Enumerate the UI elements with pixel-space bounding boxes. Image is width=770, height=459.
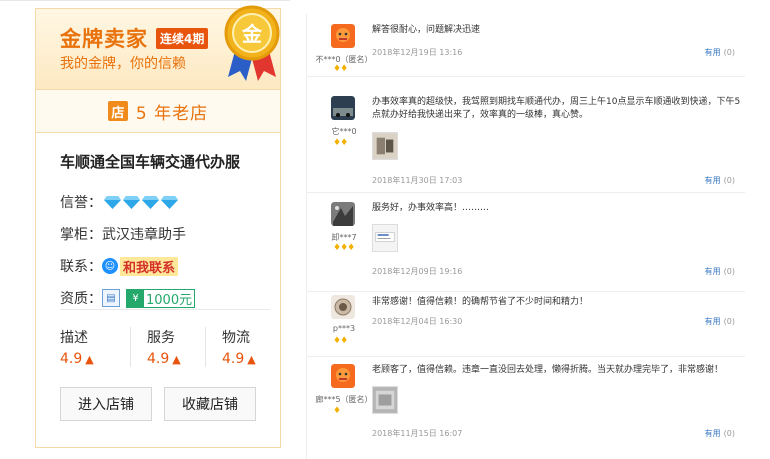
useful-button[interactable]: 有用 (0) — [705, 428, 735, 439]
review-item: p***3 ♦♦ 非常感谢！值得信赖！的确帮节省了不少时间和精力！ 2018年1… — [307, 291, 745, 357]
useful-count: (0) — [723, 176, 735, 185]
review-photo[interactable] — [372, 224, 398, 252]
user-avatar-icon[interactable] — [331, 24, 355, 48]
chat-icon[interactable]: ☺ — [102, 258, 118, 274]
reviewer-name: 卸***7 — [331, 233, 357, 242]
credit-diamonds — [104, 195, 178, 209]
review-item: 它***0 ♦♦ 办事效率真的超级快，我驾照到期找车顺通代办，周三上午10点显示… — [307, 76, 745, 193]
contact-seller-link[interactable]: 和我联系 — [120, 256, 179, 276]
shop-scores: 描述 4.9 ▲ 服务 4.9 ▲ 物流 4.9 ▲ — [60, 327, 280, 367]
medal-label: 金 — [241, 22, 263, 46]
review-item: 卸***7 ♦♦♦ 服务好，办事效率高！……… 2018年12月09日 19:1… — [307, 192, 745, 292]
useful-label: 有用 — [704, 48, 721, 57]
score-value: 4.9 — [147, 351, 170, 367]
gold-seller-header: 金牌卖家 连续4期 我的金牌，你的信赖 金 — [36, 5, 280, 89]
useful-button[interactable]: 有用 (0) — [705, 316, 735, 327]
shop-age-bar: 店 5 年老店 — [36, 89, 280, 133]
user-avatar-icon[interactable] — [331, 364, 355, 388]
useful-label: 有用 — [704, 317, 721, 326]
user-avatar-icon[interactable] — [331, 295, 355, 319]
review-item: 不***0（匿名） ♦♦ 解答很耐心，问题解决迅速 2018年12月19日 13… — [307, 14, 745, 77]
favorite-shop-button[interactable]: 收藏店铺 — [164, 387, 256, 421]
score-value: 4.9 — [60, 351, 83, 367]
useful-label: 有用 — [704, 176, 721, 185]
review-time: 2018年12月04日 16:30 — [372, 317, 463, 326]
contact-row: 联系： ☺ 和我联系 — [60, 250, 280, 282]
useful-button[interactable]: 有用 (0) — [705, 266, 735, 277]
review-item: 廊***5（匿名） ♦ 老顾客了，值得信赖。违章一直没回去处理，懒得折腾。当天就… — [307, 356, 745, 459]
contact-label: 联系： — [60, 259, 102, 275]
review-text: 解答很耐心，问题解决迅速 — [372, 25, 481, 35]
review-photo[interactable] — [372, 386, 398, 414]
deposit-badge[interactable]: ¥ 1000元 — [126, 288, 196, 308]
score-logistics: 物流 4.9 ▲ — [205, 327, 280, 367]
useful-button[interactable]: 有用 (0) — [705, 47, 735, 58]
shop-name[interactable]: 车顺通全国车辆交通代办服 — [60, 151, 280, 172]
credit-label: 信誉： — [60, 195, 102, 211]
review-text: 服务好，办事效率高！……… — [372, 203, 490, 213]
review-text: 老顾客了，值得信赖。违章一直没回去处理，懒得折腾。当天就办理完毕了，非常感谢！ — [372, 365, 724, 375]
score-label: 服务 — [147, 330, 175, 346]
reviewer-name: p***3 — [332, 324, 356, 333]
diamond-icon — [104, 196, 121, 209]
arrow-up-icon: ▲ — [85, 353, 94, 366]
credit-row: 信誉： — [60, 186, 280, 218]
reviewer-rank-icon: ♦♦ — [333, 336, 348, 346]
arrow-up-icon: ▲ — [247, 353, 256, 366]
qualification-label: 资质： — [60, 291, 102, 307]
id-card-icon[interactable]: ▤ — [102, 289, 120, 307]
deposit-amount: 1000元 — [146, 292, 193, 308]
useful-count: (0) — [723, 317, 735, 326]
score-description: 描述 4.9 ▲ — [60, 327, 130, 367]
shop-card: 金牌卖家 连续4期 我的金牌，你的信赖 金 店 5 年老店 车顺通全国车辆交通代… — [35, 5, 281, 448]
review-list: 不***0（匿名） ♦♦ 解答很耐心，问题解决迅速 2018年12月19日 13… — [306, 14, 745, 459]
review-text: 非常感谢！值得信赖！的确帮节省了不少时间和精力！ — [372, 297, 589, 307]
reviewer-rank-icon: ♦♦♦ — [333, 243, 355, 253]
useful-count: (0) — [723, 48, 735, 57]
reviewer-name: 它***0 — [331, 127, 357, 136]
useful-label: 有用 — [704, 267, 721, 276]
reviewer-rank-icon: ♦ — [333, 406, 341, 416]
score-label: 描述 — [60, 330, 88, 346]
user-avatar-icon[interactable] — [331, 202, 355, 226]
arrow-up-icon: ▲ — [172, 353, 181, 366]
review-time: 2018年11月15日 16:07 — [372, 429, 463, 438]
review-photo[interactable] — [372, 132, 398, 160]
shield-icon: ¥ — [127, 289, 144, 307]
reviewer-name: 廊***5（匿名） — [315, 395, 373, 404]
diamond-icon — [123, 196, 140, 209]
useful-label: 有用 — [704, 429, 721, 438]
review-text: 办事效率真的超级快，我驾照到期找车顺通代办，周三上午10点显示车顺通收到快递，下… — [372, 97, 741, 120]
enter-shop-button[interactable]: 进入店铺 — [60, 387, 152, 421]
review-time: 2018年11月30日 17:03 — [372, 176, 463, 185]
gold-medal-icon: 金 — [224, 5, 280, 81]
store-icon: 店 — [107, 101, 128, 121]
score-divider — [60, 309, 270, 310]
useful-count: (0) — [723, 267, 735, 276]
user-avatar-icon[interactable] — [331, 96, 355, 120]
gold-seller-title: 金牌卖家 — [60, 27, 148, 51]
score-service: 服务 4.9 ▲ — [130, 327, 205, 367]
score-label: 物流 — [222, 330, 250, 346]
keeper-name[interactable]: 武汉违章助手 — [102, 224, 186, 244]
useful-button[interactable]: 有用 (0) — [705, 175, 735, 186]
keeper-label: 掌柜： — [60, 227, 102, 243]
reviewer-rank-icon: ♦♦ — [333, 138, 348, 148]
gold-seller-slogan: 我的金牌，你的信赖 — [60, 56, 186, 72]
streak-badge: 连续4期 — [156, 28, 209, 49]
review-time: 2018年12月19日 13:16 — [372, 48, 463, 57]
score-value: 4.9 — [222, 351, 245, 367]
useful-count: (0) — [723, 429, 735, 438]
reviewer-rank-icon: ♦♦ — [333, 64, 348, 74]
review-time: 2018年12月09日 19:16 — [372, 267, 463, 276]
diamond-icon — [161, 196, 178, 209]
shop-age: 5 年老店 — [135, 103, 209, 124]
diamond-icon — [142, 196, 159, 209]
keeper-row: 掌柜： 武汉违章助手 — [60, 218, 280, 250]
